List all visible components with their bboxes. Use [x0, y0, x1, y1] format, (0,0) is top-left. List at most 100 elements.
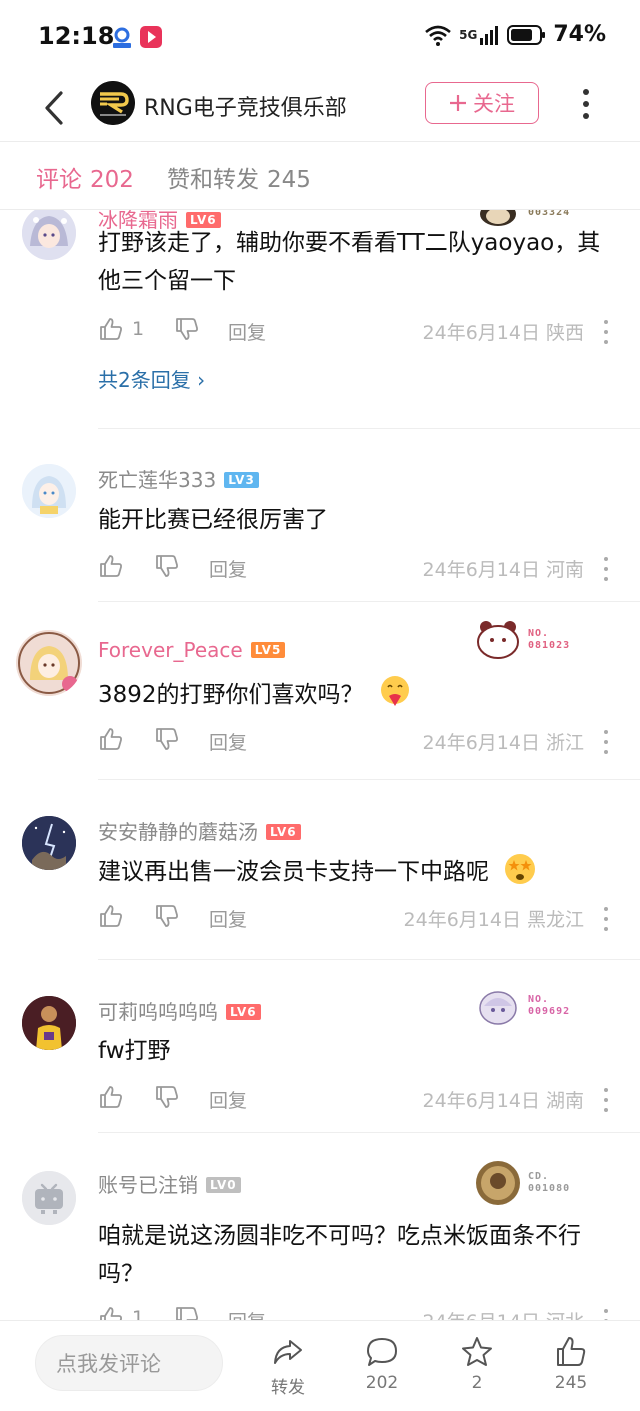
like-button[interactable]: 1 — [98, 1305, 144, 1320]
reply-button[interactable]: 回复 — [209, 905, 247, 932]
reply-button[interactable]: 回复 — [228, 318, 266, 345]
dislike-button[interactable] — [174, 316, 200, 346]
favorite-button[interactable]: 2 — [447, 1335, 507, 1393]
comment-more-button[interactable] — [602, 730, 610, 754]
dot-icon — [604, 330, 608, 334]
battery-percent: 74% — [553, 22, 606, 47]
like-button[interactable]: 1 — [98, 316, 144, 342]
comment-more-button[interactable] — [602, 320, 610, 344]
comment-actions: 1 回复 24年6月14日 陕西 — [98, 314, 610, 348]
dislike-button[interactable] — [154, 726, 180, 756]
avatar[interactable] — [22, 210, 76, 260]
comment-item: 可莉呜呜呜呜 LV6 NO. 009692 fw打野 回复 24年6月14日 湖南 — [0, 960, 640, 1133]
like-button[interactable] — [98, 726, 132, 752]
thumbs-down-icon — [156, 1086, 178, 1108]
badge-no-value: 009692 — [528, 1006, 571, 1017]
avatar[interactable] — [22, 1171, 76, 1225]
comment-more-button[interactable] — [602, 1309, 610, 1320]
comments-button[interactable]: 202 — [352, 1335, 412, 1393]
like-button[interactable] — [98, 903, 132, 929]
comment-text-content: 3892的打野你们喜欢吗？ — [98, 682, 364, 708]
thumbs-down-icon — [176, 1307, 198, 1320]
thumbs-down-icon — [176, 318, 198, 340]
dot-icon — [604, 340, 608, 344]
chevron-left-icon — [45, 91, 63, 125]
like-button[interactable] — [98, 1084, 132, 1110]
battery-icon — [507, 24, 546, 45]
level-badge: LV5 — [250, 642, 286, 658]
reply-button[interactable]: 回复 — [209, 728, 247, 755]
comment-meta: 24年6月14日 湖南 — [422, 1090, 584, 1112]
dot-icon — [604, 750, 608, 754]
share-button[interactable]: 转发 — [258, 1335, 318, 1398]
fan-badge[interactable]: NO. 009692 — [474, 986, 570, 1026]
starstruck-emoji-icon — [505, 854, 536, 884]
comment-item: 冰降霜雨 LV6 003324 打野该走了，辅助你要不看看TT二队yaoyao，其… — [0, 210, 640, 430]
club-logo[interactable] — [91, 81, 135, 125]
thumbs-up-icon — [100, 728, 122, 750]
reply-button[interactable]: 回复 — [228, 1307, 266, 1320]
dot-icon — [604, 740, 608, 744]
fan-badge-icon — [476, 1161, 520, 1205]
more-options-button[interactable] — [572, 82, 600, 126]
comment-text-content: 建议再出售一波会员卡支持一下中路呢 — [98, 859, 489, 885]
comment-meta: 24年6月14日 浙江 — [422, 732, 584, 754]
thumbs-down-icon — [156, 555, 178, 577]
reply-button[interactable]: 回复 — [209, 555, 247, 582]
username-text: 账号已注销 — [98, 1173, 198, 1197]
anime-avatar-icon — [22, 464, 76, 518]
level-badge: LV6 — [226, 1004, 261, 1020]
comment-meta: 24年6月14日 河北 — [423, 1307, 584, 1320]
dislike-button[interactable] — [154, 1084, 180, 1114]
comment-bubble-icon — [367, 1338, 397, 1366]
comment-username[interactable]: 可莉呜呜呜呜 LV6 — [98, 996, 261, 1025]
comment-username[interactable]: Forever_Peace LV5 — [98, 638, 286, 662]
dislike-button[interactable] — [174, 1305, 200, 1320]
like-button[interactable] — [98, 553, 132, 579]
thumbs-up-icon — [100, 318, 122, 340]
anime-avatar-icon — [16, 630, 82, 696]
comment-input[interactable]: 点我发评论 — [35, 1335, 223, 1391]
badge-no-label: NO. — [528, 994, 550, 1005]
reply-button[interactable]: 回复 — [209, 1086, 247, 1113]
favorite-count: 2 — [471, 1373, 483, 1393]
tab-comments[interactable]: 评论 202 — [36, 160, 134, 194]
follow-button[interactable]: 关注 — [425, 82, 539, 124]
view-replies-link[interactable]: 共2条回复 › — [98, 364, 205, 393]
tab-likes-shares[interactable]: 赞和转发 245 — [167, 160, 311, 194]
club-name[interactable]: RNG电子竞技俱乐部 — [144, 90, 347, 122]
comment-list[interactable]: 冰降霜雨 LV6 003324 打野该走了，辅助你要不看看TT二队yaoyao，其… — [0, 210, 640, 1320]
comment-more-button[interactable] — [602, 557, 610, 581]
fan-badge[interactable]: CD. 001080 — [474, 1159, 570, 1207]
tab-likes-label: 赞和转发 — [167, 167, 259, 193]
status-bar: 12:18 5G 74% — [0, 0, 640, 76]
comment-divider — [98, 428, 640, 429]
like-post-button[interactable]: 245 — [541, 1335, 601, 1393]
status-right: 5G 74% — [423, 22, 606, 47]
comment-item: 安安静静的蘑菇汤 LV6 建议再出售一波会员卡支持一下中路呢 回复 24年6月14… — [0, 780, 640, 960]
avatar[interactable] — [22, 464, 76, 518]
comment-meta: 24年6月14日 黑龙江 — [403, 909, 584, 931]
back-button[interactable] — [36, 86, 72, 130]
comment-text: 咱就是说这汤圆非吃不可吗？吃点米饭面条不行吗？ — [98, 1223, 581, 1287]
dot-icon — [604, 567, 608, 571]
dot-icon — [583, 113, 589, 119]
comment-username[interactable]: 账号已注销 LV0 — [98, 1169, 241, 1198]
avatar[interactable] — [22, 816, 76, 870]
comment-username[interactable]: 死亡莲华333 LV3 — [98, 464, 259, 493]
comment-more-button[interactable] — [602, 1088, 610, 1112]
fan-badge[interactable]: NO. 081023 — [474, 618, 570, 662]
dislike-button[interactable] — [154, 903, 180, 933]
like-count-total: 245 — [554, 1373, 588, 1393]
avatar[interactable] — [16, 630, 82, 696]
default-tv-avatar-icon — [22, 1171, 76, 1225]
avatar[interactable] — [22, 996, 76, 1050]
wifi-icon — [425, 25, 451, 46]
dot-icon — [604, 557, 608, 561]
heart-hug-emoji-icon — [380, 676, 409, 706]
comment-more-button[interactable] — [602, 907, 610, 931]
thumbs-up-icon — [100, 1086, 122, 1108]
comment-username[interactable]: 安安静静的蘑菇汤 LV6 — [98, 816, 301, 845]
username-text: 可莉呜呜呜呜 — [98, 1000, 218, 1024]
dislike-button[interactable] — [154, 553, 180, 583]
